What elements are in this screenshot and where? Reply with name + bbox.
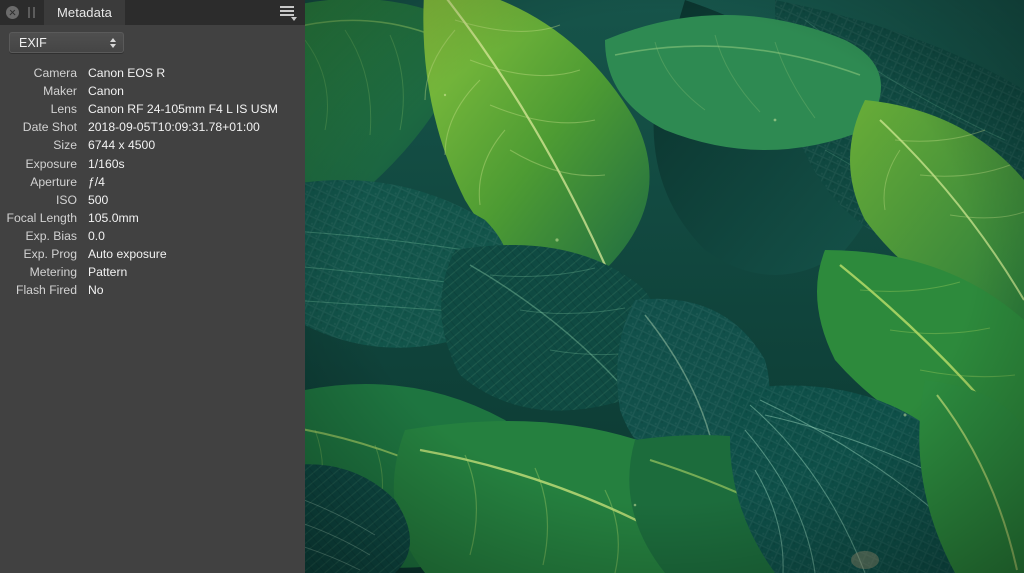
metadata-label: Date Shot: [22, 120, 77, 135]
metadata-label: Focal Length: [6, 210, 77, 225]
hamburger-menu-icon[interactable]: [280, 6, 297, 21]
metadata-type-row: EXIF: [0, 25, 305, 53]
metadata-row: Exp. Bias 0.0: [0, 227, 305, 245]
metadata-row: Camera Canon EOS R: [0, 64, 305, 82]
metadata-value: Pattern: [88, 265, 128, 280]
metadata-row: Date Shot 2018-09-05T10:09:31.78+01:00: [0, 118, 305, 136]
metadata-value: 1/160s: [88, 156, 125, 171]
metadata-label: Flash Fired: [16, 283, 77, 298]
metadata-value: 6744 x 4500: [88, 138, 156, 153]
metadata-label: Exposure: [25, 156, 78, 171]
metadata-label: Exp. Prog: [23, 246, 77, 261]
metadata-row: Aperture ƒ/4: [0, 173, 305, 191]
metadata-value: 0.0: [88, 228, 105, 243]
metadata-row: Maker Canon: [0, 82, 305, 100]
metadata-row: Exposure 1/160s: [0, 154, 305, 172]
metadata-row: Metering Pattern: [0, 263, 305, 281]
metadata-label: Aperture: [30, 174, 77, 189]
metadata-value: Canon EOS R: [88, 66, 166, 81]
metadata-label: Maker: [43, 84, 77, 99]
metadata-type-value: EXIF: [19, 35, 47, 50]
metadata-panel: Metadata EXIF Camera Canon EOS R Maker Cano…: [0, 0, 305, 573]
metadata-row: Size 6744 x 4500: [0, 136, 305, 154]
chevron-down-icon: [291, 17, 297, 21]
metadata-list: Camera Canon EOS R Maker Canon Lens Canon RF …: [0, 64, 305, 299]
metadata-value: Auto exposure: [88, 246, 167, 261]
metadata-label: Metering: [29, 265, 77, 280]
metadata-value: ƒ/4: [88, 174, 105, 189]
metadata-row: Focal Length 105.0mm: [0, 209, 305, 227]
metadata-value: 500: [88, 192, 109, 207]
tab-metadata-label: Metadata: [57, 5, 113, 20]
metadata-value: No: [88, 283, 104, 298]
metadata-label: Size: [53, 138, 77, 153]
stepper-arrows-icon[interactable]: [110, 37, 116, 48]
metadata-row: Flash Fired No: [0, 281, 305, 299]
metadata-label: Lens: [50, 102, 77, 117]
metadata-row: Exp. Prog Auto exposure: [0, 245, 305, 263]
metadata-row: ISO 500: [0, 191, 305, 209]
drag-grip-icon[interactable]: [28, 7, 35, 18]
metadata-label: Camera: [33, 66, 77, 81]
metadata-value: 105.0mm: [88, 210, 139, 225]
metadata-viewer-window: Metadata EXIF Camera Canon EOS R Maker Cano…: [0, 0, 1024, 573]
photo-preview[interactable]: [305, 0, 1024, 573]
metadata-label: ISO: [56, 192, 77, 207]
tab-metadata[interactable]: Metadata: [44, 0, 126, 25]
metadata-value: Canon: [88, 84, 124, 99]
metadata-row: Lens Canon RF 24-105mm F4 L IS USM: [0, 100, 305, 118]
panel-header: Metadata: [0, 0, 305, 25]
metadata-value: 2018-09-05T10:09:31.78+01:00: [88, 120, 260, 135]
metadata-type-select[interactable]: EXIF: [9, 32, 124, 53]
metadata-value: Canon RF 24-105mm F4 L IS USM: [88, 102, 278, 117]
leaves-photograph: [305, 0, 1024, 573]
close-icon[interactable]: [6, 6, 19, 19]
metadata-label: Exp. Bias: [25, 228, 77, 243]
